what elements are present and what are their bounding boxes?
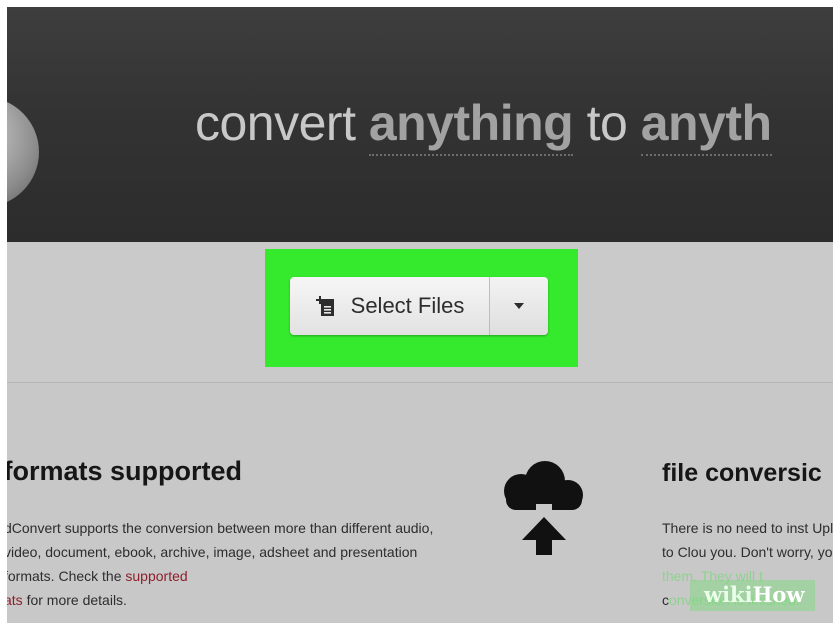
hero-banner: convert anything to anyth — [7, 7, 833, 242]
conversion-text: There is no need to inst Upload your fil… — [662, 520, 833, 560]
logo-circle — [7, 97, 39, 207]
select-files-label: Select Files — [350, 293, 465, 318]
formats-description: dConvert supports the conversion between… — [7, 516, 464, 612]
hero-title: convert anything to anyth — [195, 94, 772, 156]
hero-word-convert: convert — [195, 95, 356, 151]
supported-formats-link-2[interactable]: ats — [7, 592, 23, 608]
formats-text: dConvert supports the conversion between… — [7, 520, 434, 584]
select-files-button[interactable]: Select Files — [290, 277, 490, 335]
watermark-how: How — [752, 582, 805, 607]
formats-text-end: for more details. — [26, 592, 127, 608]
select-files-dropdown-button[interactable] — [490, 277, 548, 335]
conversion-heading: file conversic — [662, 459, 822, 487]
watermark-wiki: wiki — [704, 582, 753, 607]
supported-formats-link[interactable]: supported — [125, 568, 187, 584]
formats-heading: 8 formats supported — [7, 456, 243, 486]
file-add-icon — [315, 296, 334, 316]
browser-viewport: convert anything to anyth Select Files 8… — [7, 7, 833, 623]
wikihow-watermark: wikiHow — [690, 580, 815, 611]
hero-word-to: to — [586, 95, 628, 151]
caret-down-icon — [514, 303, 524, 309]
conversion-text-3: c — [662, 592, 669, 608]
hero-word-anything[interactable]: anything — [368, 95, 574, 156]
hero-word-anything-2[interactable]: anyth — [640, 95, 772, 156]
highlight-box: Select Files — [265, 249, 578, 367]
select-files-button-group: Select Files — [290, 277, 548, 335]
upload-section: Select Files — [7, 242, 833, 382]
cloud-upload-icon — [504, 461, 583, 555]
